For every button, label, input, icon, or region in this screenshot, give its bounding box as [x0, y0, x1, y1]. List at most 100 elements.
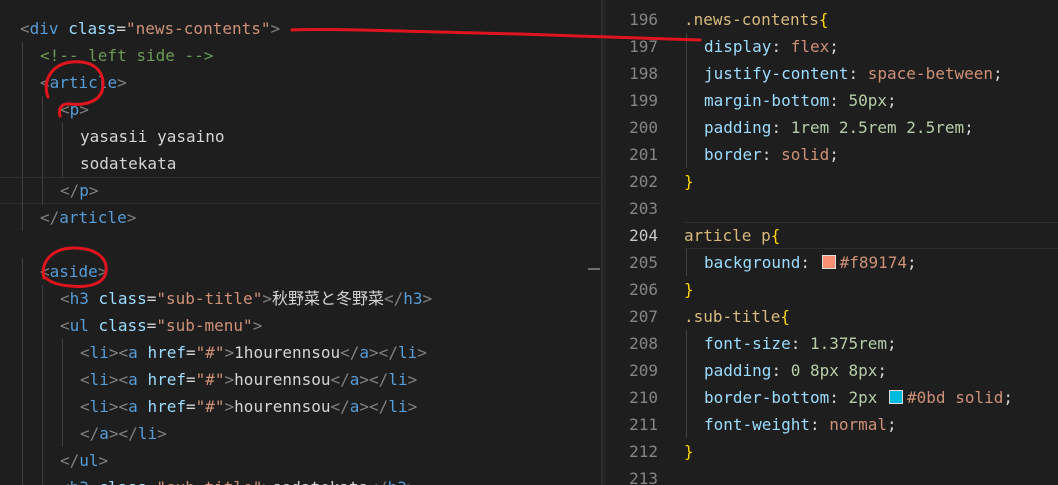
code-token: >: [252, 316, 263, 335]
code-line[interactable]: 198 justify-content: space-between;: [606, 60, 1058, 87]
code-text: font-weight: normal;: [704, 411, 897, 438]
code-token: =: [185, 397, 196, 416]
html-editor-pane[interactable]: <div class="news-contents"> <!-- left sid…: [0, 0, 601, 485]
line-number: 198: [629, 64, 658, 83]
code-token: ;: [829, 145, 839, 164]
code-text: </p>: [60, 178, 99, 203]
code-token: >: [97, 262, 108, 281]
code-text: article p{: [684, 222, 780, 249]
code-line[interactable]: yasasii yasaino: [0, 123, 601, 150]
code-token: :: [829, 91, 849, 110]
code-token: >: [407, 370, 418, 389]
code-line[interactable]: </a></li>: [0, 420, 601, 447]
code-line[interactable]: <article>: [0, 69, 601, 96]
code-line[interactable]: <li><a href="#">hourennsou</a></li>: [0, 393, 601, 420]
code-line[interactable]: 207 .sub-title{: [606, 303, 1058, 330]
code-line[interactable]: sodatekata: [0, 150, 601, 177]
code-token: </: [383, 289, 404, 308]
scrollbar-marker[interactable]: [588, 268, 600, 270]
code-token: space-between: [867, 64, 993, 83]
code-token: font-weight: [704, 415, 810, 434]
indent-guide: [686, 33, 687, 60]
code-line[interactable]: 212}: [606, 438, 1058, 465]
code-line[interactable]: <aside>: [0, 258, 601, 285]
code-token: :: [761, 145, 782, 164]
code-line[interactable]: 197 display: flex;: [606, 33, 1058, 60]
code-token: "#": [195, 370, 225, 389]
code-line[interactable]: 202}: [606, 168, 1058, 195]
code-token: padding: [704, 118, 772, 137]
indent-guide: [42, 178, 43, 205]
code-token: =: [146, 289, 157, 308]
code-line[interactable]: 209 padding: 0 8px 8px;: [606, 357, 1058, 384]
code-token: <: [60, 289, 70, 308]
code-token: article: [49, 73, 118, 92]
indent-guide: [22, 42, 23, 69]
code-token: >: [270, 19, 281, 38]
code-token: sodatekata: [80, 154, 177, 173]
code-token: 50px: [848, 91, 888, 110]
code-line[interactable]: <p>: [0, 96, 601, 123]
code-line[interactable]: <h3 class="sub-title">sodatekata</h3>: [0, 474, 601, 485]
code-token: "sub-title": [156, 478, 262, 485]
code-line[interactable]: </article>: [0, 204, 601, 231]
code-line[interactable]: 206}: [606, 276, 1058, 303]
code-token: >: [157, 424, 167, 443]
code-line[interactable]: </p>: [0, 177, 601, 205]
code-line[interactable]: <ul class="sub-menu">: [0, 312, 601, 339]
code-line[interactable]: </ul>: [0, 447, 601, 474]
indent-guide: [22, 285, 23, 312]
code-token: border: [704, 145, 762, 164]
code-text: <li><a href="#">1hourennsou</a></li>: [80, 339, 427, 366]
code-token: }: [684, 442, 694, 461]
indent-guide: [42, 339, 43, 366]
code-token: ul: [79, 451, 99, 470]
line-number: 207: [629, 307, 658, 326]
color-swatch-icon[interactable]: [821, 255, 836, 269]
code-line[interactable]: 210 border-bottom: 2px #0bd solid;: [606, 384, 1058, 411]
css-editor-pane[interactable]: 196 .news-contents{197 display: flex; 198 ju…: [606, 0, 1058, 485]
color-swatch-icon[interactable]: [889, 390, 904, 404]
indent-guide: [62, 123, 63, 150]
code-line[interactable]: 200 padding: 1rem 2.5rem 2.5rem;: [606, 114, 1058, 141]
code-line[interactable]: <li><a href="#">1hourennsou</a></li>: [0, 339, 601, 366]
code-token: =: [146, 316, 157, 335]
code-token: >: [117, 73, 127, 92]
code-token: </: [60, 451, 80, 470]
code-line[interactable]: <!-- left side -->: [0, 42, 601, 69]
code-line[interactable]: 201 border: solid;: [606, 141, 1058, 168]
code-text: }: [684, 438, 694, 465]
code-line[interactable]: [0, 231, 601, 258]
code-line[interactable]: <div class="news-contents">: [0, 15, 601, 42]
code-token: 0 8px 8px: [790, 361, 878, 380]
code-line[interactable]: 196 .news-contents{: [606, 6, 1058, 33]
code-token: #0bd solid: [907, 388, 1004, 407]
indent-guide: [62, 150, 63, 177]
code-line[interactable]: 211 font-weight: normal;: [606, 411, 1058, 438]
code-line[interactable]: 199 margin-bottom: 50px;: [606, 87, 1058, 114]
code-token: .sub-title: [684, 307, 781, 326]
code-token: h3: [388, 478, 407, 485]
code-line[interactable]: <h3 class="sub-title">秋野菜と冬野菜</h3>: [0, 285, 601, 312]
code-line[interactable]: 203: [606, 195, 1058, 222]
code-token: </: [330, 397, 350, 416]
code-token: li: [397, 343, 418, 362]
code-token: a: [128, 397, 138, 416]
code-line[interactable]: 213: [606, 465, 1058, 485]
code-token: :: [771, 118, 791, 137]
code-token: aside: [49, 262, 98, 281]
code-line[interactable]: 205 background: #f89174;: [606, 249, 1058, 276]
code-token: "news-contents": [126, 19, 271, 38]
code-text: border: solid;: [704, 141, 839, 168]
code-line[interactable]: <li><a href="#">hourennsou</a></li>: [0, 366, 601, 393]
indent-guide: [686, 114, 687, 141]
code-line[interactable]: 204 article p{: [606, 222, 1058, 249]
indent-guide: [686, 87, 687, 114]
code-line[interactable]: 208 font-size: 1.375rem;: [606, 330, 1058, 357]
code-text: <div class="news-contents">: [20, 15, 280, 42]
code-token: li: [89, 343, 109, 362]
code-token: =: [185, 343, 196, 362]
